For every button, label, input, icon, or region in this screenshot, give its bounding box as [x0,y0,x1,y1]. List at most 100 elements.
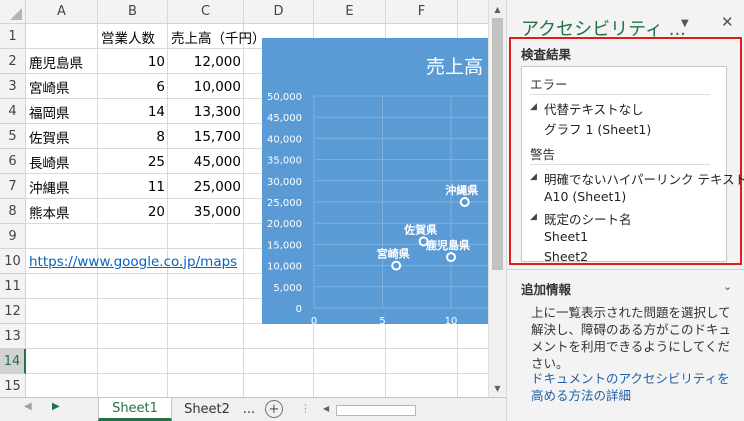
cell-c8: 35,000 [193,203,241,220]
vertical-scroll-thumb[interactable] [492,18,503,270]
cell-b5: 8 [156,128,165,145]
prev-sheet-icon[interactable]: ◀ [24,401,32,412]
scroll-left-arrow-icon[interactable]: ◀ [323,404,329,413]
row-header-13[interactable]: 13 [0,324,26,349]
chart-y-tick-label: 40,000 [267,134,302,145]
divider [507,269,744,270]
cell-a4: 福岡県 [29,105,70,122]
chart-y-tick-label: 25,000 [267,198,302,209]
column-header-f[interactable]: F [386,0,458,24]
scatter-chart[interactable]: 売上高 50,000 45,000 40,000 35,000 30,000 25,000… [262,38,488,324]
column-header-g[interactable] [458,0,488,24]
chart-point-3 [446,252,457,263]
row-header-7[interactable]: 7 [0,174,26,199]
warning-group-hyperlink[interactable]: 明確でないハイパーリンク テキスト [544,169,744,188]
divider [530,94,710,95]
tab-sheet2[interactable]: Sheet2 [176,398,238,421]
gridline [26,348,488,349]
cell-c2: 12,000 [193,53,241,70]
warning-group-default-sheet-names[interactable]: 既定のシート名 [544,209,632,228]
additional-info-heading[interactable]: 追加情報 [521,279,571,298]
chart-point-label-2: 佐賀県 [403,222,437,236]
chart-point-label-4: 沖縄県 [445,183,478,197]
row-header-2[interactable]: 2 [0,49,26,74]
tab-sheet1[interactable]: Sheet1 [98,398,172,421]
cell-a2: 鹿児島県 [29,55,83,72]
row-header-11[interactable]: 11 [0,274,26,299]
warning-item-a10[interactable]: A10 (Sheet1) [544,189,626,204]
divider [530,164,710,165]
row-header-4[interactable]: 4 [0,99,26,124]
error-item-chart1[interactable]: グラフ 1 (Sheet1) [544,119,651,138]
spreadsheet-grid[interactable]: A B C D E F 1 2 3 4 5 6 7 8 9 10 11 12 13 14 15 営業人数 売上高（千円） 鹿児… [0,0,488,397]
scroll-down-arrow-icon[interactable]: ▼ [489,380,506,396]
warning-item-sheet1[interactable]: Sheet1 [544,229,588,244]
cell-c5: 15,700 [193,128,241,145]
cell-c6: 45,000 [193,153,241,170]
info-text: 上に一覧表示された問題を選択して解決し、障碍のある方がこのドキュメントを利用でき… [531,305,732,371]
accessibility-help-link[interactable]: ドキュメントのアクセシビリティを高める方法の詳細 [531,370,739,404]
chart-x-tick-label: 0 [311,316,317,324]
close-icon[interactable]: ✕ [721,13,734,31]
cell-b3: 6 [156,78,165,95]
select-all-corner[interactable] [0,0,26,24]
row-header-14[interactable]: 14 [0,349,26,374]
inspection-results-list[interactable]: エラー ◢ 代替テキストなし グラフ 1 (Sheet1) 警告 ◢ 明確でない… [521,66,744,264]
pane-options-chevron-icon[interactable]: ▼ [681,18,689,29]
chart-y-tick-label: 15,000 [267,240,302,251]
chevron-down-icon[interactable]: ⌄ [723,280,732,293]
cell-c7: 25,000 [193,178,241,195]
cell-a6: 長崎県 [29,155,70,172]
more-tabs-button[interactable]: ... [240,398,258,421]
horizontal-scrollbar[interactable]: ◀ [320,402,506,418]
expand-triangle-icon[interactable]: ◢ [530,212,537,222]
next-sheet-icon[interactable]: ▶ [52,401,60,412]
cell-b4: 14 [147,103,165,120]
cell-a3: 宮崎県 [29,80,70,97]
chart-plot: 50,000 45,000 40,000 35,000 30,000 25,000 20,0… [267,92,488,324]
vertical-scrollbar[interactable]: ▲ ▼ [488,0,506,397]
cell-a8: 熊本県 [29,205,70,222]
chart-point-label-3: 鹿児島県 [426,238,470,252]
row-header-9[interactable]: 9 [0,224,26,249]
row-header-6[interactable]: 6 [0,149,26,174]
column-header-b[interactable]: B [98,0,168,24]
row-header-5[interactable]: 5 [0,124,26,149]
chart-point-4 [459,197,470,207]
split-handle-icon[interactable]: ⋮ [300,402,311,415]
cell-c3: 10,000 [193,78,241,95]
cell-b2: 10 [147,53,165,70]
row-header-15[interactable]: 15 [0,374,26,397]
column-header-e[interactable]: E [314,0,386,24]
horizontal-scroll-thumb[interactable] [336,405,416,416]
chart-y-tick-label: 20,000 [267,219,302,230]
chart-y-tick-label: 35,000 [267,156,302,167]
row-header-10[interactable]: 10 [0,249,26,274]
cell-a10[interactable]: https://www.google.co.jp/maps [26,249,240,274]
chart-x-tick-label: 10 [445,316,458,324]
cell-b1: 営業人数 [101,30,155,47]
row-header-8[interactable]: 8 [0,199,26,224]
results-heading: 検査結果 [521,47,572,62]
cell-a5: 佐賀県 [29,130,70,147]
cell-a7: 沖縄県 [29,180,70,197]
add-sheet-button[interactable]: + [265,400,283,418]
row-header-12[interactable]: 12 [0,299,26,324]
chart-y-tick-label: 45,000 [267,113,302,124]
chart-y-tick-label: 50,000 [267,92,302,103]
expand-triangle-icon[interactable]: ◢ [530,102,537,112]
row-header-3[interactable]: 3 [0,74,26,99]
column-header-a[interactable]: A [26,0,98,24]
chart-y-tick-label: 30,000 [267,177,302,188]
expand-triangle-icon[interactable]: ◢ [530,172,537,182]
scroll-up-arrow-icon[interactable]: ▲ [489,1,506,17]
cell-c4: 13,300 [193,103,241,120]
column-header-c[interactable]: C [168,0,244,24]
chart-y-tick-label: 5,000 [273,283,302,294]
gridline [26,373,488,374]
error-group-missing-alt[interactable]: 代替テキストなし [544,99,644,118]
chart-point-label-1: 宮崎県 [377,247,410,261]
row-header-1[interactable]: 1 [0,24,26,49]
column-header-d[interactable]: D [244,0,314,24]
warning-item-sheet2[interactable]: Sheet2 [544,249,588,264]
